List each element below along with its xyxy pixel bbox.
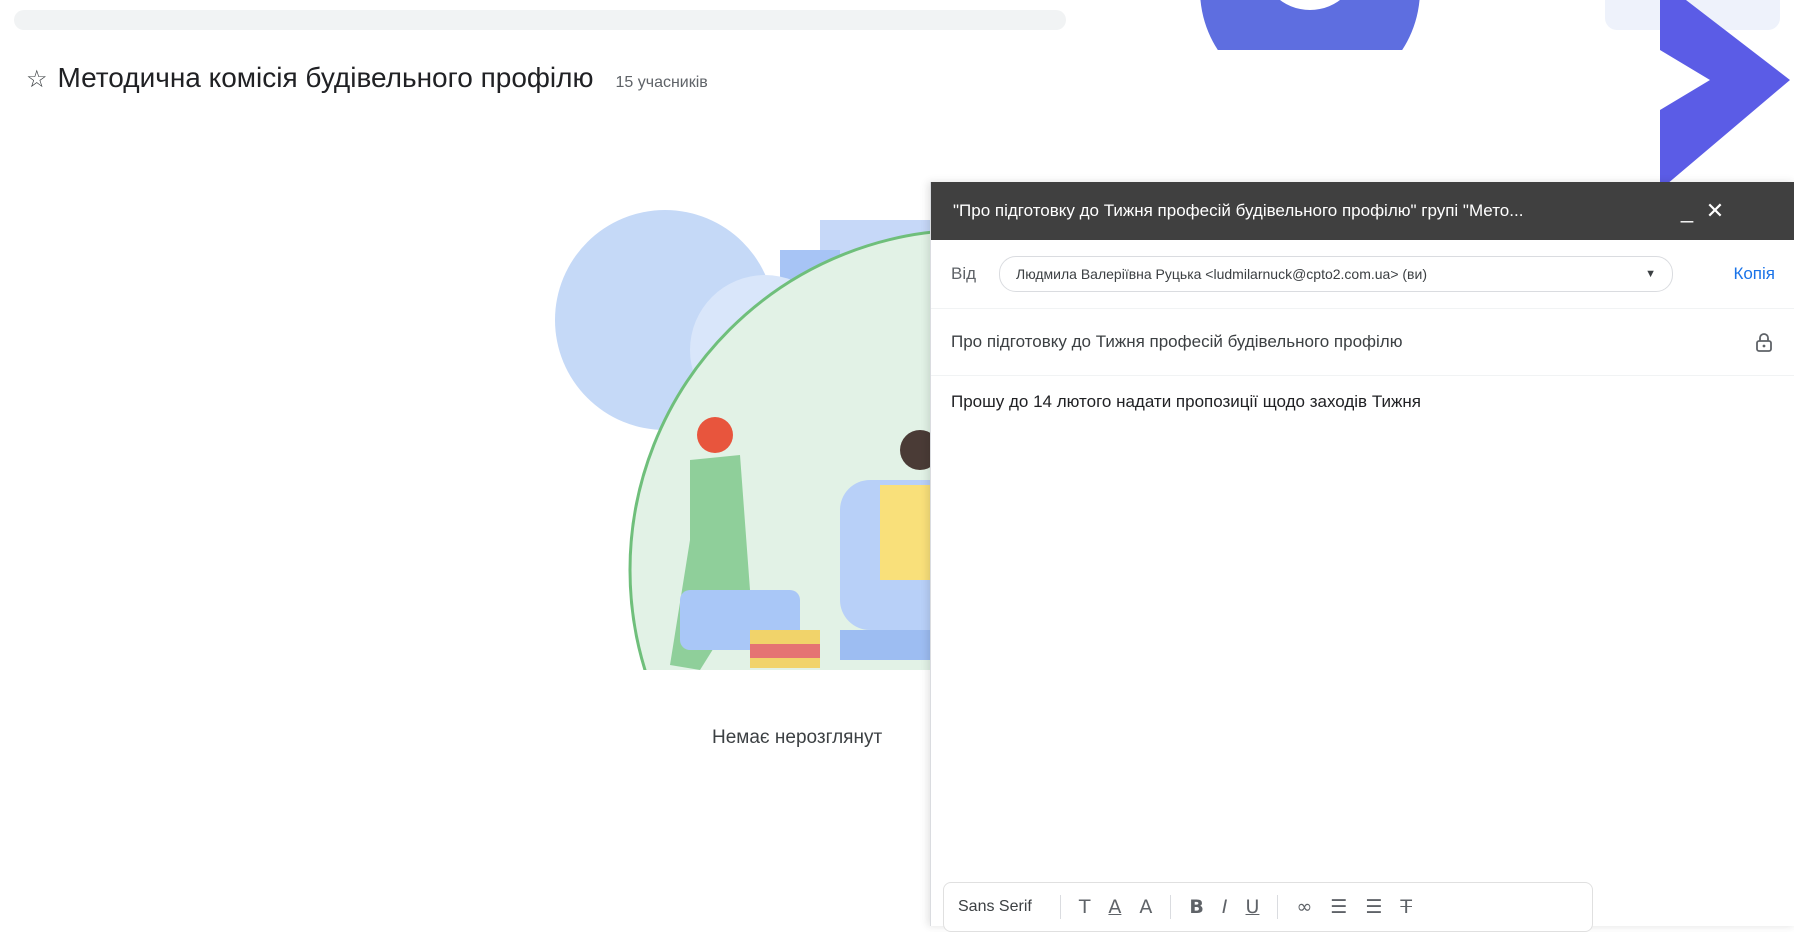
formatting-toolbar: Sans Serif T A A B I U ∞ ☰ ☰ T [943, 882, 1593, 932]
group-header: ☆ Методична комісія будівельного профілю… [26, 62, 708, 94]
bold-icon[interactable]: B [1189, 896, 1203, 918]
decorative-circle-graphic [1200, 0, 1420, 50]
bulleted-list-icon[interactable]: ☰ [1365, 896, 1382, 918]
subject-input[interactable]: Про підготовку до Тижня професій будівел… [951, 332, 1753, 352]
compose-header[interactable]: "Про підготовку до Тижня професій будіве… [931, 182, 1794, 240]
message-body[interactable]: Прошу до 14 лютого надати пропозиції щод… [931, 376, 1794, 428]
group-title: Методична комісія будівельного профілю [57, 62, 594, 93]
divider [1170, 895, 1172, 919]
cc-link[interactable]: Копія [1733, 264, 1775, 284]
numbered-list-icon[interactable]: ☰ [1330, 896, 1347, 918]
search-bar[interactable] [14, 10, 1066, 30]
font-family-select[interactable]: Sans Serif [958, 898, 1032, 916]
font-size-icon[interactable]: T [1079, 896, 1091, 918]
star-icon[interactable]: ☆ [26, 65, 48, 94]
decorative-chevron-graphic [1660, 0, 1790, 190]
italic-icon[interactable]: I [1222, 896, 1228, 918]
divider [1277, 895, 1279, 919]
from-row: Від Людмила Валеріївна Руцька <ludmilarn… [931, 240, 1794, 309]
highlight-icon[interactable]: A [1139, 896, 1152, 918]
lock-icon[interactable] [1753, 331, 1775, 353]
from-select[interactable]: Людмила Валеріївна Руцька <ludmilarnuck@… [999, 256, 1673, 292]
chevron-down-icon: ▼ [1645, 268, 1656, 280]
from-value: Людмила Валеріївна Руцька <ludmilarnuck@… [1016, 266, 1427, 282]
close-icon[interactable]: ✕ [1701, 198, 1729, 224]
from-label: Від [951, 264, 977, 283]
compose-window: "Про підготовку до Тижня професій будіве… [930, 182, 1794, 932]
empty-state-text: Немає нерозглянут [712, 727, 883, 748]
text-color-icon[interactable]: A [1108, 896, 1121, 918]
empty-state-illustration [540, 210, 960, 680]
minimize-icon[interactable]: _ [1673, 198, 1701, 224]
clear-format-icon[interactable]: T [1400, 896, 1412, 918]
divider [1059, 895, 1061, 919]
compose-title: "Про підготовку до Тижня професій будіве… [953, 201, 1524, 220]
member-count[interactable]: 15 учасників [615, 74, 707, 92]
link-icon[interactable]: ∞ [1296, 896, 1312, 918]
underline-icon[interactable]: U [1246, 896, 1260, 918]
subject-row: Про підготовку до Тижня професій будівел… [931, 309, 1794, 376]
